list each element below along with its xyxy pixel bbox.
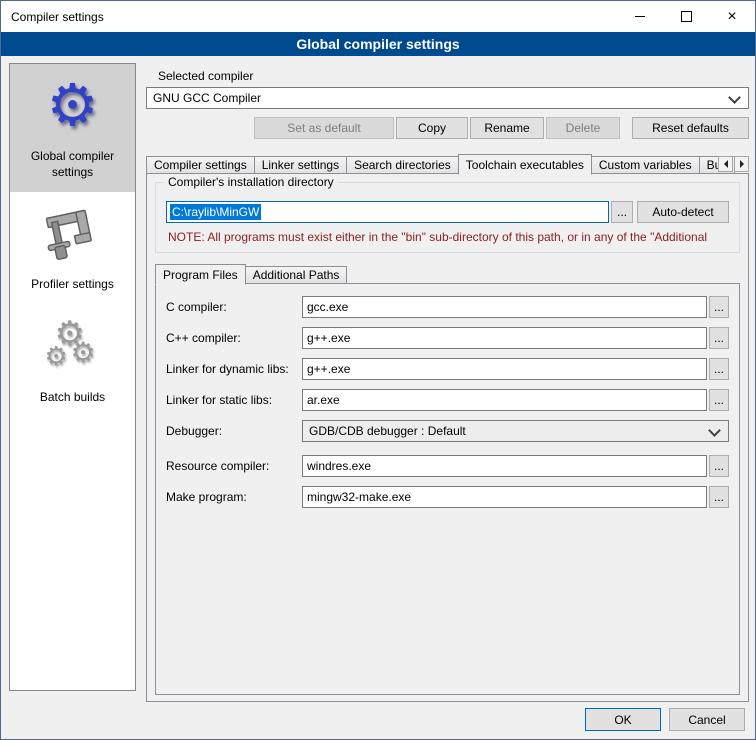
dialog-footer: OK Cancel [585, 708, 745, 731]
install-dir-input[interactable]: C:\raylib\MinGW [166, 201, 609, 223]
dynamic-linker-browse-button[interactable]: ... [709, 358, 729, 380]
install-dir-group-title: Compiler's installation directory [164, 175, 338, 189]
settings-category-list: ⚙ Global compiler settings Profiler set [9, 63, 136, 691]
dialog-header: Global compiler settings [1, 32, 755, 56]
compiler-actions: Set as default Copy Rename Delete Reset … [146, 117, 749, 139]
copy-button[interactable]: Copy [396, 117, 468, 139]
auto-detect-button[interactable]: Auto-detect [637, 201, 729, 223]
subtab-additional-paths[interactable]: Additional Paths [245, 266, 348, 284]
field-row-dynamic-linker: Linker for dynamic libs: ... [166, 358, 729, 380]
make-program-browse-button[interactable]: ... [709, 486, 729, 508]
reset-defaults-button[interactable]: Reset defaults [632, 117, 749, 139]
maximize-icon [681, 11, 692, 22]
tab-scroll-right-button[interactable] [734, 156, 749, 172]
delete-button[interactable]: Delete [546, 117, 620, 139]
tab-toolchain-executables[interactable]: Toolchain executables [458, 154, 592, 175]
chevron-down-icon [708, 424, 721, 437]
install-dir-selected-text: C:\raylib\MinGW [170, 204, 261, 220]
settings-tabbar: Compiler settings Linker settings Search… [146, 153, 749, 174]
field-label: Resource compiler: [166, 459, 302, 473]
tab-scroll-left-button[interactable] [718, 156, 733, 172]
ok-button[interactable]: OK [585, 708, 661, 731]
subtab-program-files[interactable]: Program Files [155, 264, 246, 285]
field-label: C++ compiler: [166, 331, 302, 345]
window-title: Compiler settings [1, 10, 104, 24]
compiler-select-value: GNU GCC Compiler [153, 91, 261, 105]
install-dir-groupbox: Compiler's installation directory C:\ray… [155, 182, 740, 253]
window-controls: × [617, 1, 755, 32]
close-button[interactable]: × [709, 1, 755, 32]
field-label: Linker for dynamic libs: [166, 362, 302, 376]
chevron-down-icon [728, 91, 741, 104]
field-label: Make program: [166, 490, 302, 504]
static-linker-browse-button[interactable]: ... [709, 389, 729, 411]
sidebar-item-global-compiler-settings[interactable]: ⚙ Global compiler settings [10, 64, 135, 192]
install-dir-note: NOTE: All programs must exist either in … [168, 230, 727, 244]
tab-scroll-buttons [718, 156, 749, 172]
cpp-compiler-browse-button[interactable]: ... [709, 327, 729, 349]
minimize-button[interactable] [617, 1, 663, 32]
arrow-left-icon [724, 160, 728, 168]
titlebar: Compiler settings × [1, 1, 755, 32]
rename-button[interactable]: Rename [470, 117, 544, 139]
debugger-select[interactable]: GDB/CDB debugger : Default [302, 420, 729, 442]
dynamic-linker-input[interactable] [302, 358, 707, 380]
field-row-static-linker: Linker for static libs: ... [166, 389, 729, 411]
selected-compiler-label: Selected compiler [158, 69, 749, 83]
static-linker-input[interactable] [302, 389, 707, 411]
close-icon: × [727, 9, 736, 25]
sidebar-item-batch-builds[interactable]: ⚙ ⚙ ⚙ Batch builds [10, 305, 135, 417]
sidebar-item-label: Profiler settings [31, 276, 114, 292]
programs-subtabbar: Program Files Additional Paths [155, 263, 740, 284]
clamp-icon [41, 202, 105, 266]
set-as-default-button[interactable]: Set as default [254, 117, 394, 139]
arrow-right-icon [740, 160, 744, 168]
cancel-button[interactable]: Cancel [669, 708, 745, 731]
field-label: Debugger: [166, 424, 302, 438]
resource-compiler-input[interactable] [302, 455, 707, 477]
blue-gear-icon: ⚙ [41, 74, 105, 138]
tab-linker-settings[interactable]: Linker settings [254, 156, 347, 174]
make-program-input[interactable] [302, 486, 707, 508]
minimize-icon [635, 16, 645, 17]
field-row-cpp-compiler: C++ compiler: ... [166, 327, 729, 349]
tab-compiler-settings[interactable]: Compiler settings [146, 156, 255, 174]
toolchain-executables-panel: Compiler's installation directory C:\ray… [146, 173, 749, 702]
sidebar-item-label: Batch builds [40, 389, 105, 405]
sidebar-item-label: Global compiler settings [14, 148, 131, 180]
field-row-resource-compiler: Resource compiler: ... [166, 455, 729, 477]
compiler-settings-window: Compiler settings × Global compiler sett… [0, 0, 756, 740]
main-content: Selected compiler GNU GCC Compiler Set a… [146, 63, 749, 702]
field-row-debugger: Debugger: GDB/CDB debugger : Default [166, 420, 729, 442]
c-compiler-browse-button[interactable]: ... [709, 296, 729, 318]
resource-compiler-browse-button[interactable]: ... [709, 455, 729, 477]
sidebar-item-profiler-settings[interactable]: Profiler settings [10, 192, 135, 304]
tab-search-directories[interactable]: Search directories [346, 156, 459, 174]
tab-custom-variables[interactable]: Custom variables [591, 156, 700, 174]
install-dir-browse-button[interactable]: ... [611, 201, 633, 223]
field-label: Linker for static libs: [166, 393, 302, 407]
cpp-compiler-input[interactable] [302, 327, 707, 349]
field-row-make-program: Make program: ... [166, 486, 729, 508]
field-label: C compiler: [166, 300, 302, 314]
c-compiler-input[interactable] [302, 296, 707, 318]
maximize-button[interactable] [663, 1, 709, 32]
debugger-select-value: GDB/CDB debugger : Default [309, 424, 466, 438]
compiler-select[interactable]: GNU GCC Compiler [146, 87, 749, 109]
gray-gears-icon: ⚙ ⚙ ⚙ [41, 315, 105, 379]
install-dir-row: C:\raylib\MinGW ... Auto-detect [166, 201, 729, 223]
program-files-panel: C compiler: ... C++ compiler: ... Linker… [155, 283, 740, 695]
field-row-c-compiler: C compiler: ... [166, 296, 729, 318]
